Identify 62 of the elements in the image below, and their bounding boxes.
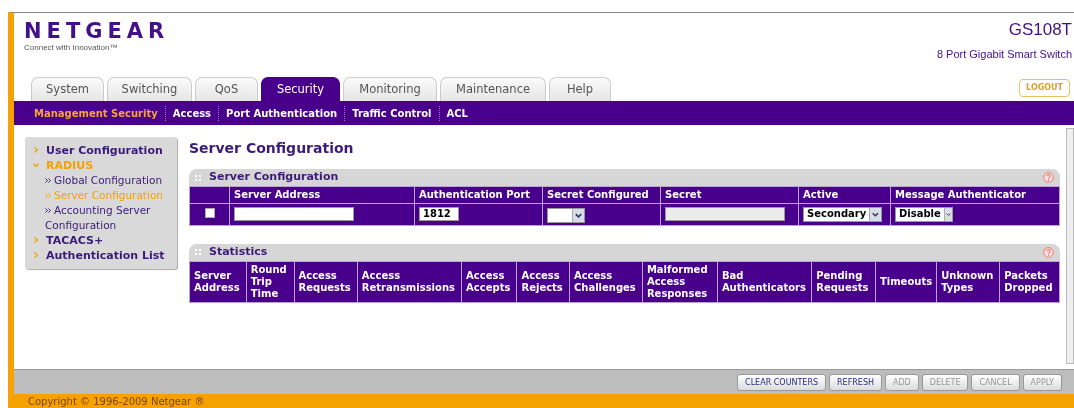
column-header: Secret Configured [542, 186, 661, 204]
sidebar-subitem[interactable]: Global Configuration [33, 173, 171, 188]
column-header: Packets Dropped [999, 261, 1060, 302]
sidebar-item[interactable]: TACACS+ [33, 233, 171, 248]
chevron-down-icon [33, 162, 39, 168]
column-header: Malformed Access Responses [642, 261, 718, 302]
chevron-right-icon [33, 147, 39, 153]
double-chevron-icon [45, 208, 51, 213]
column-header: Access Requests [294, 261, 358, 302]
nav-tab[interactable]: QoS [195, 77, 258, 101]
dropdown[interactable]: Secondary [803, 206, 882, 222]
column-header: Server Address [189, 261, 247, 302]
nav-tab[interactable]: Security [261, 77, 340, 101]
double-chevron-icon [45, 193, 51, 198]
column-header: Bad Authenticators [717, 261, 812, 302]
chevron-right-icon [33, 237, 39, 243]
chevron-right-icon [33, 252, 39, 258]
product-name: 8 Port Gigabit Smart Switch [936, 46, 1072, 62]
dropdown[interactable]: Disable [895, 206, 953, 222]
subnav-link[interactable]: ACL [439, 105, 475, 121]
tagline: Connect with Innovation™ [24, 42, 119, 54]
dropdown[interactable] [547, 207, 585, 223]
column-header: Round Trip Time [246, 261, 294, 302]
input-field[interactable]: 1812 [419, 207, 459, 222]
nav-tab[interactable]: Monitoring [343, 77, 437, 101]
subnav-link[interactable]: Access [165, 105, 220, 121]
scrollbar[interactable] [1066, 128, 1074, 364]
sidebar-item[interactable]: User Configuration [33, 143, 171, 158]
nav-tab[interactable]: Switching [107, 77, 192, 101]
action-button[interactable]: REFRESH [829, 373, 882, 391]
column-header: Active [798, 186, 891, 204]
page-title: Server Configuration [189, 139, 355, 158]
column-header: Message Authenticator [890, 186, 1060, 204]
sidebar-subitem[interactable]: Accounting Server Configuration [33, 203, 171, 233]
double-chevron-icon [45, 178, 51, 183]
column-header: Access Accepts [461, 261, 517, 302]
checkbox[interactable] [204, 207, 215, 218]
column-header: Timeouts [875, 261, 937, 302]
column-header: Secret [660, 186, 799, 204]
subnav-link[interactable]: Traffic Control [345, 105, 440, 121]
nav-tab[interactable]: Maintenance [440, 77, 546, 101]
panel-title: Statistics [209, 243, 268, 260]
grip-icon [195, 174, 201, 181]
column-header: Authentication Port [414, 186, 543, 204]
action-button[interactable]: CLEAR COUNTERS [737, 373, 827, 391]
subnav-link[interactable]: Port Authentication [219, 105, 346, 121]
column-header: Unknown Types [936, 261, 1000, 302]
nav-tab[interactable]: System [31, 77, 104, 101]
input-field[interactable] [234, 207, 354, 222]
nav-tab[interactable]: Help [549, 77, 611, 101]
model-name: GS108T [1007, 21, 1072, 40]
column-header: Server Address [229, 186, 415, 204]
brand-logo: NETGEAR [24, 21, 170, 42]
sidebar-item[interactable]: Authentication List [33, 248, 171, 263]
subnav-link[interactable]: Management Security [27, 105, 166, 121]
grip-icon [195, 249, 201, 255]
column-header: Access Rejects [516, 261, 570, 302]
column-header: Access Retransmissions [357, 261, 462, 302]
column-header: Pending Requests [811, 261, 876, 302]
panel-title: Server Configuration [209, 169, 339, 186]
copyright-text: Copyright © 1996-2009 Netgear ® [14, 394, 1074, 408]
column-header: Access Challenges [569, 261, 643, 302]
